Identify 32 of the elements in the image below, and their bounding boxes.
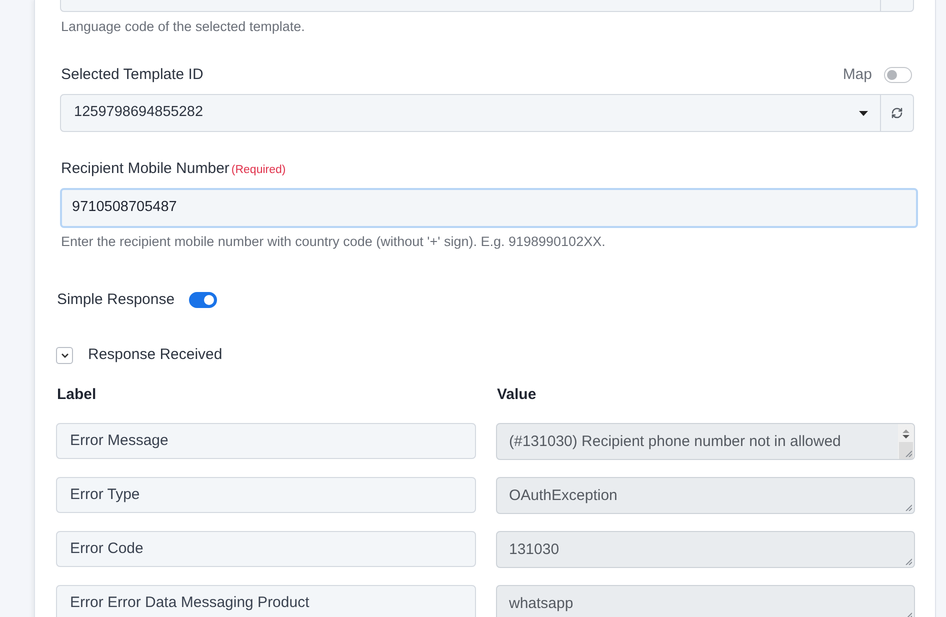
refresh-icon: [891, 107, 903, 119]
toggle-switch[interactable]: [884, 67, 912, 83]
scrollbar-icon: [898, 424, 914, 459]
label-field[interactable]: Error Error Data Messaging Product: [56, 585, 476, 617]
value-textarea[interactable]: (#131030) Recipient phone number not in allowed: [496, 423, 915, 460]
resize-grip-icon: [905, 558, 912, 565]
section-title: Response Received: [88, 345, 222, 365]
resize-grip-icon: [905, 612, 912, 617]
resize-grip-icon: [905, 450, 912, 457]
label-field[interactable]: Error Code: [56, 531, 476, 567]
label-field[interactable]: Error Type: [56, 477, 476, 513]
value-textarea[interactable]: 131030: [496, 531, 915, 568]
phone-input-field[interactable]: 9710508705487: [60, 188, 918, 228]
caret-down-icon: [859, 110, 868, 116]
hint-text: Enter the recipient mobile number with country code (without '+' sign). E.g. 9198990102XX.: [61, 233, 606, 251]
collapse-toggle[interactable]: [56, 346, 73, 364]
label-field[interactable]: Error Message: [56, 423, 476, 459]
chevron-down-icon: [60, 352, 68, 358]
required-note: (Required): [231, 163, 286, 178]
resize-grip-icon: [905, 504, 912, 511]
toggle-label: Simple Response: [57, 290, 175, 310]
template-select[interactable]: 1259798694855282: [60, 94, 881, 132]
hint-text: Language code of the selected template.: [61, 18, 305, 36]
toggle-switch[interactable]: [188, 292, 217, 308]
column-header: Label: [57, 385, 96, 405]
field-label: Selected Template ID: [60, 65, 204, 85]
value-textarea[interactable]: whatsapp: [496, 585, 915, 617]
value-textarea[interactable]: OAuthException: [496, 477, 915, 514]
refresh-button[interactable]: [881, 94, 914, 132]
field-label: Recipient Mobile Number: [61, 159, 230, 179]
map-label: Map: [842, 65, 872, 85]
column-header: Value: [497, 385, 536, 405]
